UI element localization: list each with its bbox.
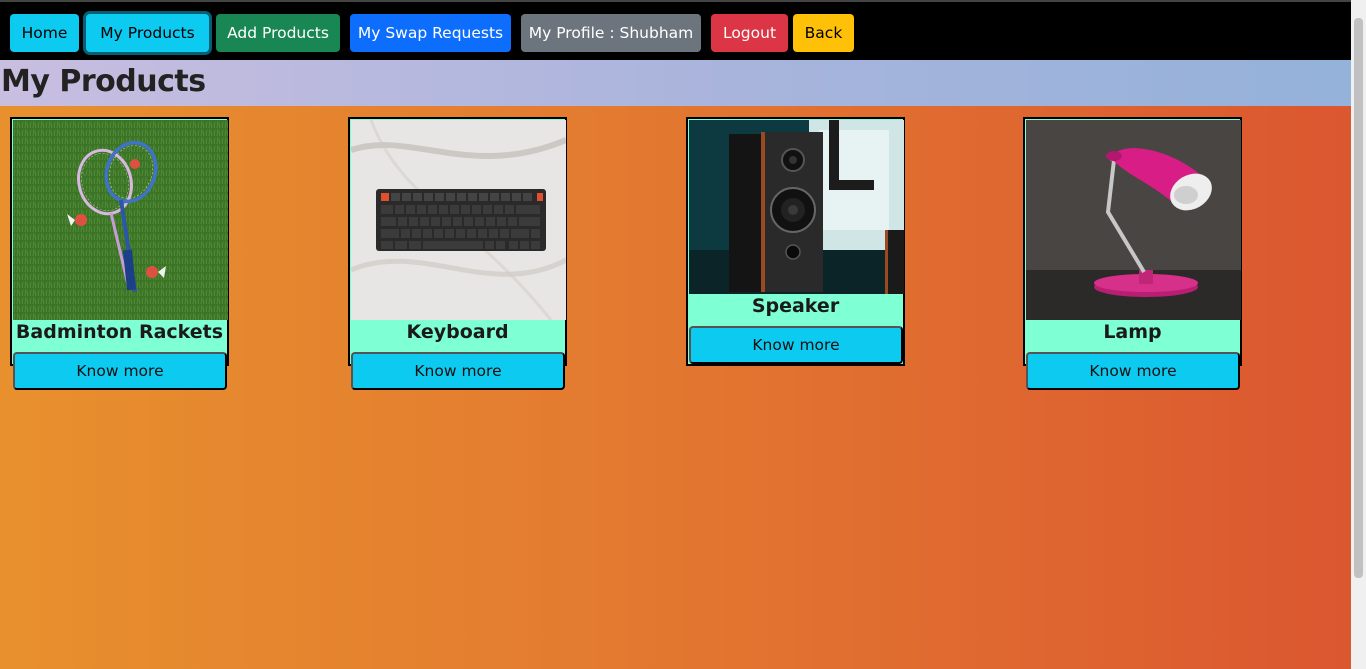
- logout-button[interactable]: Logout: [711, 14, 788, 52]
- badminton-rackets-image: [13, 120, 228, 320]
- add-products-button[interactable]: Add Products: [216, 14, 340, 52]
- product-name: Speaker: [751, 295, 840, 317]
- vertical-scrollbar[interactable]: [1351, 0, 1366, 669]
- scrollbar-thumb[interactable]: [1354, 18, 1363, 578]
- know-more-button[interactable]: Know more: [13, 352, 227, 390]
- product-card: Lamp Know more: [1023, 117, 1242, 390]
- product-card: Badminton Rackets Know more: [10, 117, 229, 390]
- product-name: Keyboard: [406, 321, 509, 343]
- know-more-button[interactable]: Know more: [1026, 352, 1240, 390]
- keyboard-image: [351, 120, 566, 320]
- my-products-button[interactable]: My Products: [86, 14, 209, 52]
- know-more-button[interactable]: Know more: [689, 326, 903, 364]
- my-profile-button[interactable]: My Profile : Shubham: [521, 14, 701, 52]
- title-bar: My Products: [0, 60, 1351, 106]
- home-button[interactable]: Home: [10, 14, 79, 52]
- product-card: Speaker Know more: [686, 117, 905, 366]
- product-name: Lamp: [1103, 321, 1162, 343]
- navbar: Home My Products Add Products My Swap Re…: [0, 0, 1351, 60]
- my-swap-requests-button[interactable]: My Swap Requests: [350, 14, 511, 52]
- lamp-image: [1026, 120, 1241, 320]
- know-more-button[interactable]: Know more: [351, 352, 565, 390]
- page-title: My Products: [1, 64, 206, 99]
- speaker-image: [689, 120, 904, 294]
- back-button[interactable]: Back: [793, 14, 854, 52]
- product-name: Badminton Rackets: [15, 321, 224, 343]
- product-card: Keyboard Know more: [348, 117, 567, 390]
